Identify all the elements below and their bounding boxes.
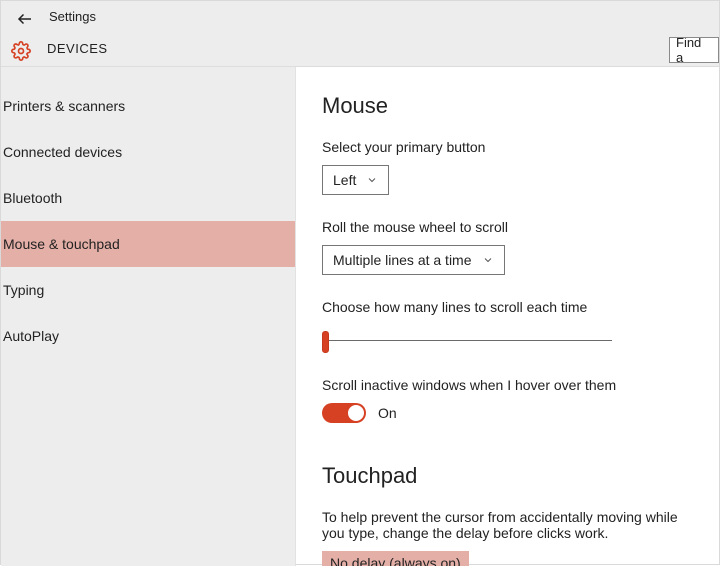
wheel-value: Multiple lines at a time bbox=[333, 252, 472, 268]
sidebar-item-label: Connected devices bbox=[3, 144, 122, 160]
sidebar: Printers & scanners Connected devices Bl… bbox=[1, 67, 296, 566]
primary-button-label: Select your primary button bbox=[322, 139, 719, 155]
search-value: Find a bbox=[676, 37, 712, 63]
lines-label: Choose how many lines to scroll each tim… bbox=[322, 299, 719, 315]
slider-thumb[interactable] bbox=[322, 331, 329, 353]
sidebar-item-label: AutoPlay bbox=[3, 328, 59, 344]
content-pane: Mouse Select your primary button Left Ro… bbox=[296, 67, 719, 566]
toggle-knob bbox=[348, 405, 364, 421]
gear-icon bbox=[9, 39, 33, 63]
arrow-left-icon bbox=[16, 10, 34, 28]
touchpad-delay-select[interactable]: No delay (always on) bbox=[322, 551, 469, 566]
section-title: DEVICES bbox=[47, 41, 108, 56]
lines-slider[interactable] bbox=[322, 325, 612, 357]
sidebar-item-label: Printers & scanners bbox=[3, 98, 125, 114]
inactive-state: On bbox=[378, 405, 397, 421]
titlebar: Settings DEVICES Find a bbox=[1, 1, 719, 67]
wheel-label: Roll the mouse wheel to scroll bbox=[322, 219, 719, 235]
sidebar-item-label: Mouse & touchpad bbox=[3, 236, 120, 252]
body: Printers & scanners Connected devices Bl… bbox=[1, 67, 719, 566]
inactive-label: Scroll inactive windows when I hover ove… bbox=[322, 377, 719, 393]
primary-button-select[interactable]: Left bbox=[322, 165, 389, 195]
primary-button-value: Left bbox=[333, 172, 356, 188]
slider-track bbox=[322, 340, 612, 341]
sidebar-item-connected[interactable]: Connected devices bbox=[1, 129, 295, 175]
sidebar-item-mouse[interactable]: Mouse & touchpad bbox=[1, 221, 295, 267]
touchpad-heading: Touchpad bbox=[322, 463, 719, 489]
sidebar-item-autoplay[interactable]: AutoPlay bbox=[1, 313, 295, 359]
search-input[interactable]: Find a bbox=[669, 37, 719, 63]
back-button[interactable] bbox=[13, 7, 37, 31]
sidebar-item-printers[interactable]: Printers & scanners bbox=[1, 83, 295, 129]
sidebar-item-typing[interactable]: Typing bbox=[1, 267, 295, 313]
sidebar-item-label: Typing bbox=[3, 282, 44, 298]
touchpad-delay-value: No delay (always on) bbox=[330, 555, 461, 566]
sidebar-item-label: Bluetooth bbox=[3, 190, 62, 206]
wheel-select[interactable]: Multiple lines at a time bbox=[322, 245, 505, 275]
inactive-toggle[interactable] bbox=[322, 403, 366, 423]
chevron-down-icon bbox=[366, 174, 378, 186]
sidebar-item-bluetooth[interactable]: Bluetooth bbox=[1, 175, 295, 221]
touchpad-desc: To help prevent the cursor from accident… bbox=[322, 509, 702, 541]
mouse-heading: Mouse bbox=[322, 93, 719, 119]
chevron-down-icon bbox=[482, 254, 494, 266]
app-title: Settings bbox=[49, 9, 96, 24]
